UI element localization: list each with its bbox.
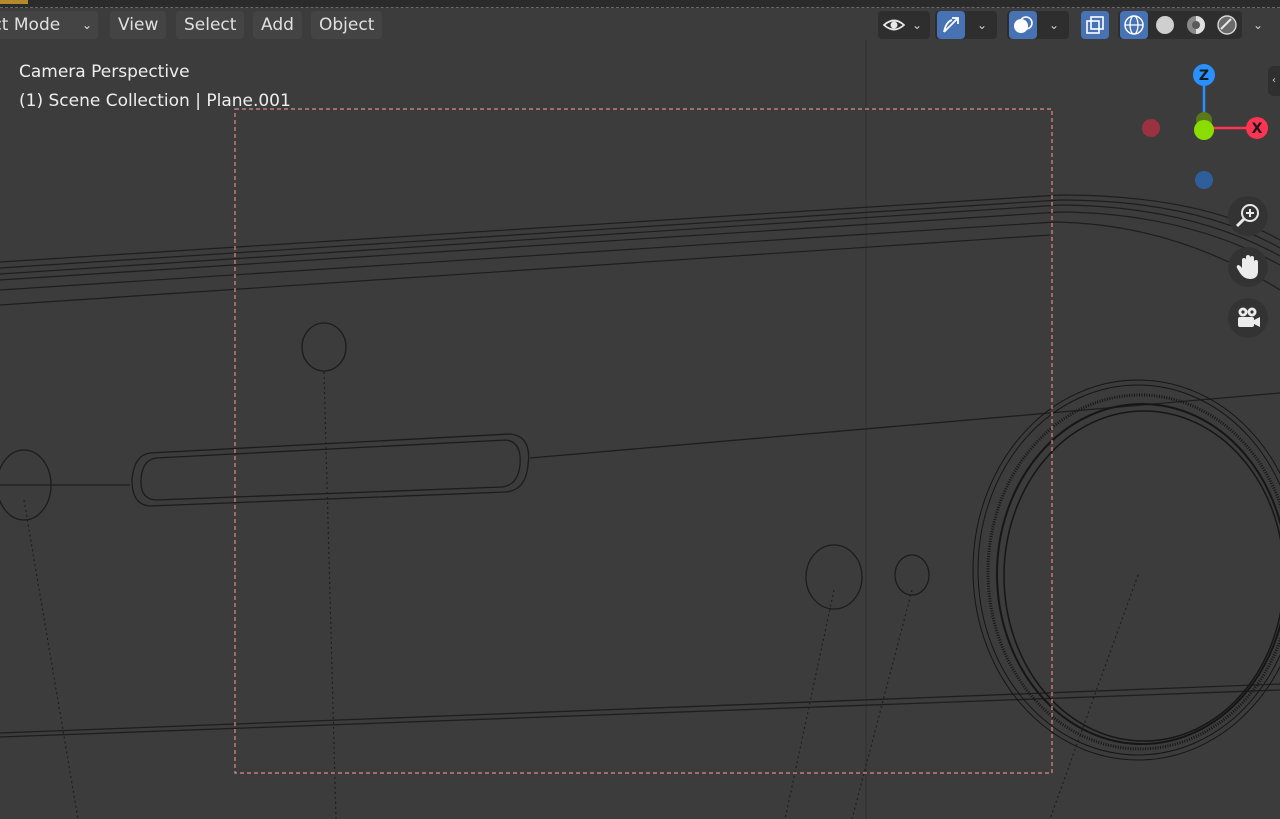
xray-icon[interactable]: [1081, 11, 1109, 39]
view-name-label: Camera Perspective: [19, 62, 190, 82]
mode-label: ect Mode: [0, 15, 61, 35]
collection-info-label: (1) Scene Collection | Plane.001: [19, 91, 291, 111]
viewport-header: ect Mode ⌄ View Select Add Object ⌄ ⌄ ⌄: [0, 8, 1280, 42]
menu-add[interactable]: Add: [253, 11, 302, 39]
3d-viewport[interactable]: ect Mode ⌄ View Select Add Object ⌄ ⌄ ⌄: [0, 0, 1280, 819]
interaction-mode-dropdown[interactable]: ect Mode ⌄: [0, 11, 98, 39]
chevron-down-icon[interactable]: ⌄: [1044, 11, 1064, 39]
empty-lines: [23, 371, 1139, 819]
rendered-shading-icon[interactable]: [1213, 11, 1241, 39]
chevron-down-icon: ⌄: [81, 18, 92, 32]
gizmo-icon[interactable]: [937, 11, 965, 39]
strip-accent: [0, 0, 28, 4]
neg-x-axis-handle[interactable]: [1142, 119, 1160, 137]
z-axis-label: Z: [1199, 68, 1209, 84]
chevron-down-icon[interactable]: ⌄: [907, 11, 927, 39]
hand-icon[interactable]: [1228, 247, 1268, 287]
menu-object[interactable]: Object: [311, 11, 383, 39]
navigation-gizmo[interactable]: X Z: [1130, 55, 1280, 205]
zoom-icon[interactable]: [1228, 196, 1268, 236]
camera-icon[interactable]: [1228, 298, 1268, 338]
wireframe-shading-icon[interactable]: [1120, 11, 1148, 39]
y-axis-handle[interactable]: [1194, 120, 1214, 140]
menu-select[interactable]: Select: [176, 11, 245, 39]
x-axis-label: X: [1252, 121, 1263, 137]
mesh-slot: [131, 433, 530, 507]
mesh-lens-ring: [972, 379, 1280, 761]
sidebar-toggle[interactable]: ‹: [1268, 66, 1280, 96]
eye-icon[interactable]: [880, 11, 908, 39]
neg-z-axis-handle[interactable]: [1195, 171, 1213, 189]
solid-shading-icon[interactable]: [1151, 11, 1179, 39]
material-shading-icon[interactable]: [1182, 11, 1210, 39]
chevron-down-icon[interactable]: ⌄: [1248, 11, 1268, 39]
top-border-strip: [0, 0, 1280, 8]
mesh-top-edge: [0, 194, 1280, 306]
mesh-bottom-edge: [0, 392, 1280, 738]
overlays-icon[interactable]: [1009, 11, 1037, 39]
wireframe-scene[interactable]: [0, 0, 1280, 819]
menu-view[interactable]: View: [110, 11, 167, 39]
mesh-holes: [0, 322, 930, 610]
chevron-down-icon[interactable]: ⌄: [972, 11, 992, 39]
